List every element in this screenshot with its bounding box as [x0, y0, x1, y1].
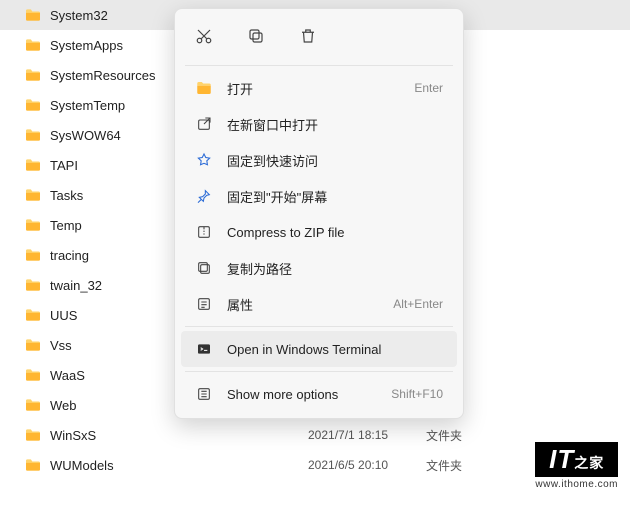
menu-label: 固定到快速访问 — [227, 151, 443, 170]
folder-icon — [24, 128, 42, 142]
pin-icon — [195, 187, 213, 205]
menu-new-window[interactable]: 在新窗口中打开 — [181, 106, 457, 142]
folder-icon — [24, 8, 42, 22]
divider — [185, 371, 453, 372]
folder-icon — [24, 398, 42, 412]
folder-icon — [24, 98, 42, 112]
cut-button[interactable] — [189, 21, 219, 51]
folder-name: WinSxS — [50, 428, 300, 443]
menu-terminal[interactable]: Open in Windows Terminal — [181, 331, 457, 367]
menu-label: Compress to ZIP file — [227, 225, 443, 240]
folder-date: 2021/7/1 18:15 — [308, 428, 418, 442]
context-menu: 打开 Enter 在新窗口中打开 固定到快速访问 固定到"开始"屏幕 Compr… — [174, 8, 464, 419]
copy-path-icon — [195, 259, 213, 277]
menu-copy-path[interactable]: 复制为路径 — [181, 250, 457, 286]
context-menu-toolbar — [175, 15, 463, 61]
folder-icon — [24, 218, 42, 232]
menu-label: 打开 — [227, 79, 400, 98]
folder-icon — [24, 188, 42, 202]
watermark-logo-text: IT — [549, 444, 574, 474]
properties-icon — [195, 295, 213, 313]
zip-icon — [195, 223, 213, 241]
folder-icon — [24, 458, 42, 472]
folder-icon — [24, 368, 42, 382]
menu-open[interactable]: 打开 Enter — [181, 70, 457, 106]
menu-pin-start[interactable]: 固定到"开始"屏幕 — [181, 178, 457, 214]
folder-icon — [24, 248, 42, 262]
menu-shortcut: Alt+Enter — [393, 297, 443, 311]
copy-icon — [247, 27, 265, 45]
menu-label: 复制为路径 — [227, 259, 443, 278]
menu-properties[interactable]: 属性 Alt+Enter — [181, 286, 457, 322]
menu-label: 固定到"开始"屏幕 — [227, 187, 443, 206]
menu-shortcut: Shift+F10 — [391, 387, 443, 401]
folder-name: WUModels — [50, 458, 300, 473]
trash-icon — [299, 27, 317, 45]
divider — [185, 65, 453, 66]
copy-button[interactable] — [241, 21, 271, 51]
star-icon — [195, 151, 213, 169]
folder-date: 2021/6/5 20:10 — [308, 458, 418, 472]
delete-button[interactable] — [293, 21, 323, 51]
watermark: IT之家 www.ithome.com — [535, 442, 618, 490]
terminal-icon — [195, 340, 213, 358]
folder-type: 文件夹 — [426, 457, 486, 474]
menu-shortcut: Enter — [414, 81, 443, 95]
menu-label: Show more options — [227, 387, 377, 402]
watermark-url: www.ithome.com — [535, 479, 618, 490]
more-options-icon — [195, 385, 213, 403]
menu-label: 在新窗口中打开 — [227, 115, 443, 134]
folder-icon — [24, 308, 42, 322]
cut-icon — [195, 27, 213, 45]
watermark-logo: IT之家 — [535, 442, 618, 477]
menu-label: Open in Windows Terminal — [227, 342, 443, 357]
folder-icon — [24, 338, 42, 352]
folder-open-icon — [195, 79, 213, 97]
folder-icon — [24, 158, 42, 172]
divider — [185, 326, 453, 327]
folder-icon — [24, 38, 42, 52]
menu-more-options[interactable]: Show more options Shift+F10 — [181, 376, 457, 412]
folder-icon — [24, 68, 42, 82]
new-window-icon — [195, 115, 213, 133]
folder-icon — [24, 278, 42, 292]
menu-label: 属性 — [227, 295, 379, 314]
menu-zip[interactable]: Compress to ZIP file — [181, 214, 457, 250]
menu-pin-quick[interactable]: 固定到快速访问 — [181, 142, 457, 178]
folder-icon — [24, 428, 42, 442]
folder-type: 文件夹 — [426, 427, 486, 444]
